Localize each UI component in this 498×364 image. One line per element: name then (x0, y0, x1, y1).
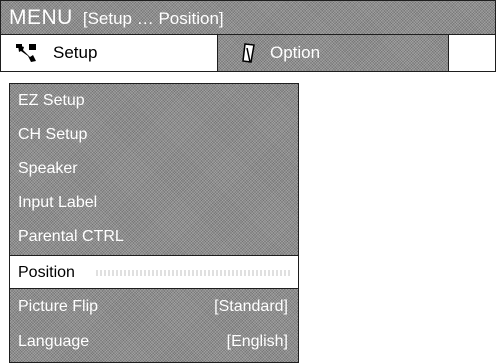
tab-option[interactable]: Option (218, 35, 448, 71)
menu-item-ch-setup[interactable]: CH Setup (10, 118, 298, 152)
menu-item-value: [English] (226, 333, 288, 350)
breadcrumb: [Setup … Position] (82, 9, 224, 28)
menu-item-label: Position (18, 264, 79, 281)
menu-item-label: CH Setup (18, 126, 88, 143)
menu-item-language[interactable]: Language [English] (10, 325, 298, 359)
menu-title-bar: MENU [Setup … Position] (0, 0, 496, 34)
wrench-icon (16, 44, 36, 62)
card-icon (242, 43, 255, 63)
menu-item-label: EZ Setup (18, 92, 85, 109)
menu-item-label: Speaker (18, 160, 78, 177)
menu-title: MENU (9, 6, 73, 29)
menu-item-label: Picture Flip (18, 298, 99, 315)
tab-bar: Setup Option (0, 34, 496, 72)
menu-item-picture-flip[interactable]: Picture Flip [Standard] (10, 290, 298, 324)
menu-item-label: Language (18, 333, 90, 350)
selection-highlight (96, 270, 290, 276)
tab-option-label: Option (270, 43, 321, 62)
menu-item-ez-setup[interactable]: EZ Setup (10, 84, 298, 118)
tab-empty-slot (448, 35, 495, 71)
menu-item-label: Parental CTRL (18, 228, 124, 245)
tab-setup-label: Setup (53, 43, 98, 62)
menu-item-position[interactable]: Position (10, 255, 298, 289)
menu-item-input-label[interactable]: Input Label (10, 186, 298, 220)
tab-setup[interactable]: Setup (1, 35, 218, 71)
menu-item-value: [Standard] (214, 298, 288, 315)
menu-item-speaker[interactable]: Speaker (10, 152, 298, 186)
menu-item-label: Input Label (18, 194, 98, 211)
menu-item-parental-ctrl[interactable]: Parental CTRL (10, 220, 298, 254)
setup-menu-list: EZ Setup CH Setup Speaker Input Label Pa… (9, 83, 299, 363)
